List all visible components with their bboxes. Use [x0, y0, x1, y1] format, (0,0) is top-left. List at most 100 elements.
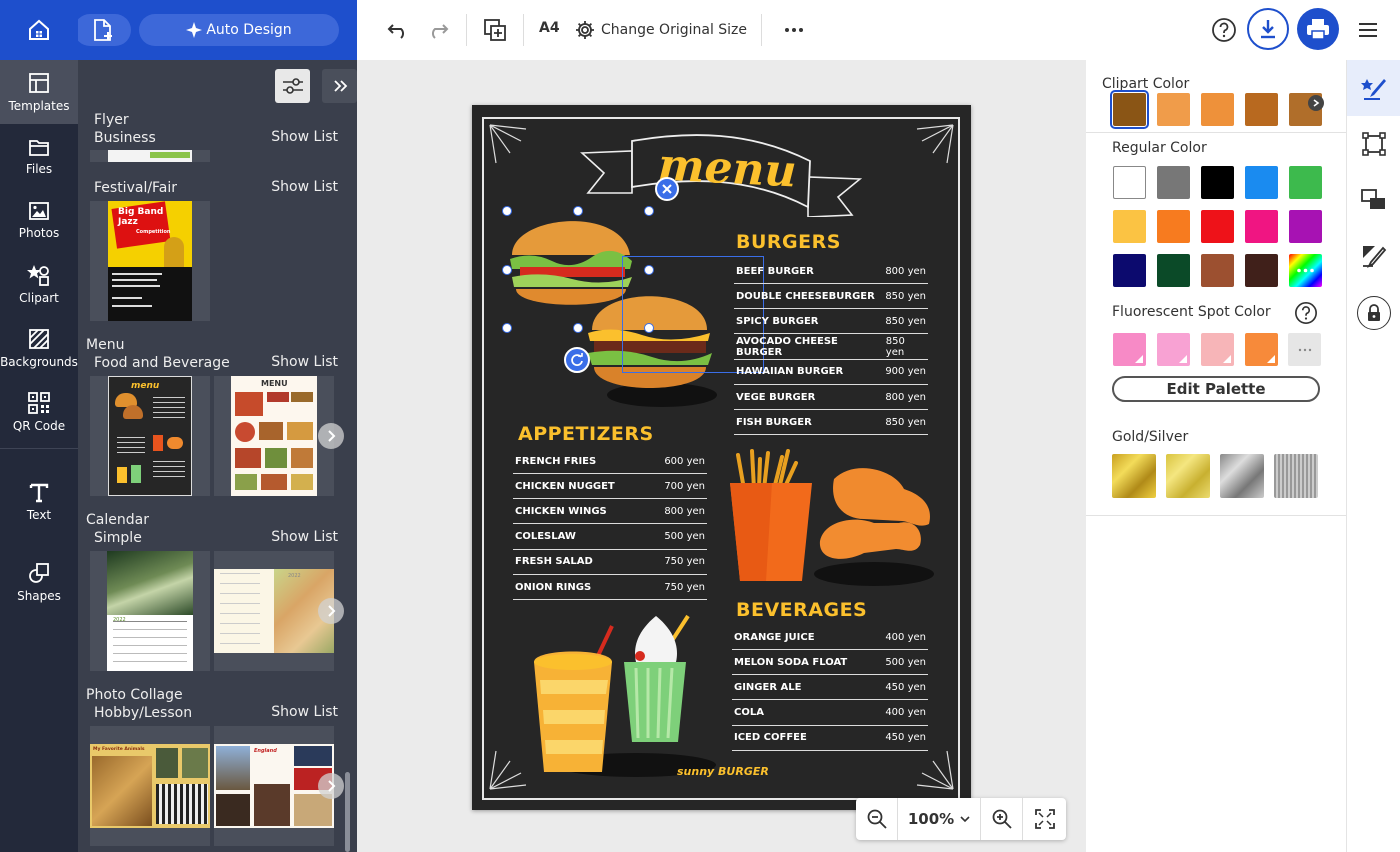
redo-button[interactable]	[425, 15, 451, 45]
resize-handle[interactable]	[644, 265, 654, 275]
fries-chicken-illustration[interactable]	[724, 449, 944, 589]
regular-color-swatch[interactable]	[1157, 254, 1190, 287]
clipart-color-swatch[interactable]	[1110, 90, 1149, 129]
help-button[interactable]	[1210, 15, 1238, 45]
lock-element-button[interactable]	[1357, 296, 1391, 330]
template-thumbnail-collage-animals[interactable]: My Favorite Animals	[90, 726, 210, 846]
regular-color-swatch[interactable]	[1245, 166, 1278, 199]
carousel-next-button[interactable]	[318, 598, 344, 624]
duplicate-page-button[interactable]	[482, 15, 508, 45]
menu-document[interactable]: menu BURGERS BEEF BURGER 800 yen DOUBLE …	[472, 105, 971, 810]
more-colors-swatch[interactable]	[1289, 254, 1322, 287]
regular-color-swatch[interactable]	[1289, 210, 1322, 243]
show-list-link[interactable]: Show List	[271, 179, 338, 195]
resize-handle[interactable]	[644, 323, 654, 333]
collapse-panel-button[interactable]	[322, 69, 357, 103]
menu-item-row[interactable]: COLA 400 yen	[732, 701, 928, 726]
edit-style-tool-button[interactable]	[1347, 228, 1400, 284]
menu-item-row[interactable]: CHICKEN WINGS 800 yen	[513, 499, 707, 525]
menu-item-row[interactable]: FRENCH FRIES 600 yen	[513, 449, 707, 474]
menu-footer-logo[interactable]: sunny BURGER	[677, 765, 769, 778]
menu-item-row[interactable]: GINGER ALE 450 yen	[732, 675, 928, 701]
menu-item-row[interactable]: AVOCADO CHEESE BURGER 850 yen	[734, 335, 928, 360]
regular-color-swatch[interactable]	[1113, 166, 1146, 199]
template-thumbnail-menu-light[interactable]: MENU	[214, 376, 334, 496]
new-document-button[interactable]	[78, 14, 131, 46]
delete-element-button[interactable]	[655, 177, 679, 201]
menu-item-row[interactable]: FRESH SALAD 750 yen	[513, 550, 707, 575]
home-button[interactable]	[0, 0, 78, 60]
resize-handle[interactable]	[573, 206, 583, 216]
undo-button[interactable]	[385, 15, 411, 45]
silver-swatch[interactable]	[1220, 454, 1264, 498]
clipart-color-next-button[interactable]	[1308, 95, 1324, 111]
rail-item-backgrounds[interactable]: Backgrounds	[0, 316, 78, 380]
show-list-link[interactable]: Show List	[271, 704, 338, 720]
fit-to-screen-button[interactable]	[1023, 798, 1066, 840]
paper-size-button[interactable]: A4	[539, 20, 560, 36]
light-gold-swatch[interactable]	[1166, 454, 1210, 498]
clipart-color-swatch[interactable]	[1245, 93, 1278, 126]
rail-item-clipart[interactable]: Clipart	[0, 252, 78, 316]
menu-item-row[interactable]: SPICY BURGER 850 yen	[734, 309, 928, 335]
carousel-next-button[interactable]	[318, 423, 344, 449]
resize-handle[interactable]	[644, 206, 654, 216]
drinks-illustration[interactable]	[526, 610, 726, 780]
rail-item-qr-code[interactable]: QR Code	[0, 380, 78, 444]
template-thumbnail-festival[interactable]: Big Band Jazz Competition	[90, 201, 210, 321]
regular-color-swatch[interactable]	[1289, 166, 1322, 199]
section-heading-appetizers[interactable]: APPETIZERS	[518, 423, 654, 445]
regular-color-swatch[interactable]	[1157, 166, 1190, 199]
download-button[interactable]	[1247, 8, 1289, 50]
regular-color-swatch[interactable]	[1201, 254, 1234, 287]
rail-item-templates[interactable]: Templates	[0, 60, 78, 124]
menu-item-row[interactable]: ICED COFFEE 450 yen	[732, 726, 928, 751]
menu-item-row[interactable]: ORANGE JUICE 400 yen	[732, 625, 928, 650]
fluorescent-more-button[interactable]	[1288, 333, 1321, 366]
regular-color-swatch[interactable]	[1113, 254, 1146, 287]
menu-item-row[interactable]: BEEF BURGER 800 yen	[734, 259, 928, 284]
regular-color-swatch[interactable]	[1245, 210, 1278, 243]
change-size-button[interactable]: Change Original Size	[575, 17, 747, 43]
main-menu-button[interactable]	[1355, 15, 1381, 45]
more-options-button[interactable]	[781, 15, 807, 45]
fluorescent-color-swatch[interactable]	[1201, 333, 1234, 366]
resize-handle[interactable]	[502, 265, 512, 275]
fluorescent-color-swatch[interactable]	[1157, 333, 1190, 366]
menu-item-row[interactable]: DOUBLE CHEESEBURGER 850 yen	[734, 284, 928, 310]
fluorescent-color-swatch[interactable]	[1245, 333, 1278, 366]
template-thumbnail[interactable]	[90, 150, 210, 162]
show-list-link[interactable]: Show List	[271, 354, 338, 370]
design-canvas[interactable]: menu BURGERS BEEF BURGER 800 yen DOUBLE …	[357, 60, 1086, 852]
resize-handle[interactable]	[573, 323, 583, 333]
rail-item-text[interactable]: Text	[0, 470, 78, 534]
template-thumbnail-collage-england[interactable]: England	[214, 726, 334, 846]
regular-color-swatch[interactable]	[1245, 254, 1278, 287]
menu-item-row[interactable]: ONION RINGS 750 yen	[513, 575, 707, 600]
menu-item-row[interactable]: MELON SODA FLOAT 500 yen	[732, 650, 928, 676]
arrange-tool-button[interactable]	[1347, 172, 1400, 228]
print-button[interactable]	[1297, 8, 1339, 50]
menu-item-row[interactable]: HAWAIIAN BURGER 900 yen	[734, 360, 928, 385]
regular-color-swatch[interactable]	[1201, 166, 1234, 199]
brushed-silver-swatch[interactable]	[1274, 454, 1318, 498]
color-tool-button[interactable]	[1347, 60, 1400, 116]
zoom-in-button[interactable]	[981, 798, 1023, 840]
template-thumbnail-menu-dark[interactable]: menu	[90, 376, 210, 496]
section-heading-beverages[interactable]: BEVERAGES	[736, 599, 867, 621]
zoom-out-button[interactable]	[856, 798, 898, 840]
filter-button[interactable]	[275, 69, 310, 103]
clipart-color-swatch[interactable]	[1157, 93, 1190, 126]
gold-swatch[interactable]	[1112, 454, 1156, 498]
fluorescent-help-button[interactable]	[1294, 301, 1318, 329]
transform-tool-button[interactable]	[1347, 116, 1400, 172]
show-list-link[interactable]: Show List	[271, 529, 338, 545]
rail-item-photos[interactable]: Photos	[0, 188, 78, 252]
rail-item-shapes[interactable]: Shapes	[0, 550, 78, 614]
clipart-color-swatch[interactable]	[1201, 93, 1234, 126]
menu-item-row[interactable]: VEGE BURGER 800 yen	[734, 385, 928, 410]
regular-color-swatch[interactable]	[1201, 210, 1234, 243]
edit-palette-button[interactable]: Edit Palette	[1112, 376, 1320, 402]
rotate-element-button[interactable]	[564, 347, 590, 373]
menu-item-row[interactable]: CHICKEN NUGGET 700 yen	[513, 474, 707, 500]
